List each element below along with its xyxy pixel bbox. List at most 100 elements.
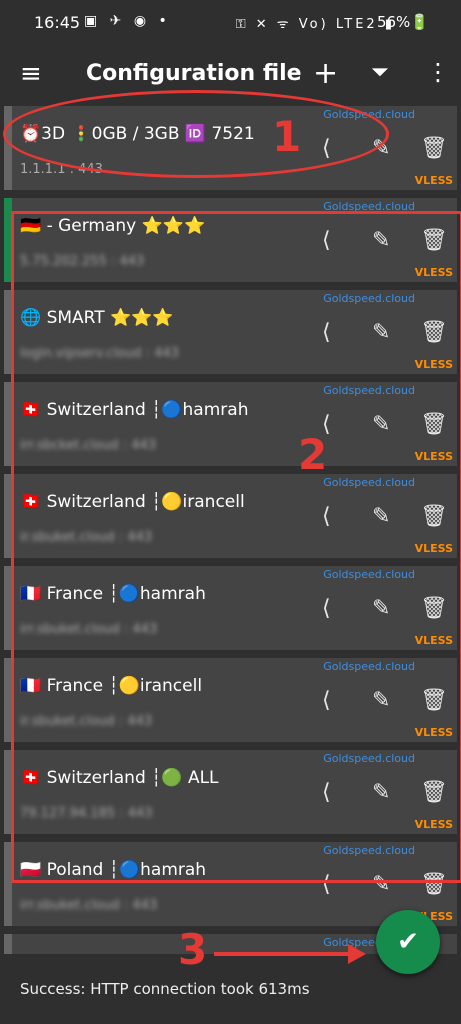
more-options-icon[interactable]: ⋮ <box>426 58 450 86</box>
server-item[interactable]: 🇨🇭 Switzerland ┆🟡irancell ir.sbuket.clou… <box>4 474 457 558</box>
server-name: 🇨🇭 Switzerland ┆🟡irancell <box>20 492 245 512</box>
app-bar: ≡ Configuration file + ⏷ ⋮ <box>0 48 461 102</box>
edit-icon[interactable]: ✎ <box>372 780 390 805</box>
edit-icon[interactable]: ✎ <box>372 872 390 897</box>
server-address: irr.sbuket.cloud : 443 <box>20 898 158 913</box>
server-name: 🇩🇪 - Germany ⭐⭐⭐ <box>20 216 206 236</box>
server-address: login.vipserv.cloud : 443 <box>20 346 179 361</box>
edit-icon[interactable]: ✎ <box>372 320 390 345</box>
server-name: 🇨🇭 Switzerland ┆🔵hamrah <box>20 400 249 420</box>
selected-indicator <box>4 198 12 282</box>
edit-icon[interactable]: ✎ <box>372 504 390 529</box>
share-icon[interactable]: ⟨ <box>322 688 331 713</box>
annotation-arrow-head <box>348 944 366 964</box>
share-icon[interactable]: ⟨ <box>322 320 331 345</box>
protocol-badge: VLESS <box>414 818 453 831</box>
filter-icon[interactable]: ⏷ <box>371 60 389 85</box>
delete-icon[interactable]: 🗑 <box>420 504 448 529</box>
page-title: Configuration file <box>86 61 302 86</box>
battery-indicator: 56%🔋 <box>376 13 429 31</box>
protocol-badge: VLESS <box>414 726 453 739</box>
server-list: ⏰3D 🚦0GB / 3GB 🆔 7521 1.1.1.1 : 443 Gold… <box>4 106 457 954</box>
server-domain: Goldspeed.cloud <box>323 752 415 765</box>
edit-icon[interactable]: ✎ <box>372 228 390 253</box>
server-name: 🇨🇭 Switzerland ┆🟢 ALL <box>20 768 219 788</box>
server-domain: Goldspeed.cloud <box>323 844 415 857</box>
server-name: 🌐 SMART ⭐⭐⭐ <box>20 308 174 328</box>
server-domain: Goldspeed.cloud <box>323 568 415 581</box>
share-icon[interactable]: ⟨ <box>322 504 331 529</box>
notification-icons: ▣ ✈ ◉ • <box>84 13 171 29</box>
item-indicator <box>4 934 12 954</box>
server-address: 79.127.94.185 : 443 <box>20 806 153 821</box>
edit-icon[interactable]: ✎ <box>372 596 390 621</box>
item-indicator <box>4 474 12 558</box>
delete-icon[interactable]: 🗑 <box>420 872 448 897</box>
connect-button[interactable]: ✔ <box>376 910 440 974</box>
edit-icon[interactable]: ✎ <box>372 136 390 161</box>
item-indicator <box>4 290 12 374</box>
server-domain: Goldspeed.cloud <box>323 108 415 121</box>
server-item[interactable]: ⏰3D 🚦0GB / 3GB 🆔 7521 1.1.1.1 : 443 Gold… <box>4 106 457 190</box>
delete-icon[interactable]: 🗑 <box>420 320 448 345</box>
check-icon: ✔ <box>397 927 419 957</box>
share-icon[interactable]: ⟨ <box>322 780 331 805</box>
annotation-number-3: 3 <box>178 925 208 974</box>
delete-icon[interactable]: 🗑 <box>420 228 448 253</box>
delete-icon[interactable]: 🗑 <box>420 596 448 621</box>
server-domain: Goldspeed.cloud <box>323 292 415 305</box>
server-address: 1.1.1.1 : 443 <box>20 162 103 177</box>
item-indicator <box>4 106 12 190</box>
share-icon[interactable]: ⟨ <box>322 872 331 897</box>
server-item[interactable]: 🇫🇷 France ┆🔵hamrah irr.sbuket.cloud : 44… <box>4 566 457 650</box>
annotation-arrow <box>214 952 354 956</box>
server-address: 5.75.202.255 : 443 <box>20 254 145 269</box>
delete-icon[interactable]: 🗑 <box>420 412 448 437</box>
protocol-badge: VLESS <box>414 174 453 187</box>
server-address: irr.sbuket.cloud : 443 <box>20 622 158 637</box>
item-indicator <box>4 382 12 466</box>
delete-icon[interactable]: 🗑 <box>420 688 448 713</box>
server-name: ⏰3D 🚦0GB / 3GB 🆔 7521 <box>20 124 255 144</box>
server-domain: Goldspeed.cloud <box>323 476 415 489</box>
server-item[interactable]: 🇫🇷 France ┆🟡irancell ir.sbuket.cloud : 4… <box>4 658 457 742</box>
item-indicator <box>4 658 12 742</box>
share-icon[interactable]: ⟨ <box>322 228 331 253</box>
server-address: irr.sbcket.cloud : 443 <box>20 438 157 453</box>
item-indicator <box>4 842 12 926</box>
edit-icon[interactable]: ✎ <box>372 412 390 437</box>
server-address: ir.sbuket.cloud : 443 <box>20 714 153 729</box>
system-icons: ⚿ ✕ ᯤ Vo) LTE2 ▮ <box>235 17 395 32</box>
edit-icon[interactable]: ✎ <box>372 688 390 713</box>
menu-icon[interactable]: ≡ <box>20 59 42 89</box>
protocol-badge: VLESS <box>414 634 453 647</box>
status-bar: 16:45 ▣ ✈ ◉ • ⚿ ✕ ᯤ Vo) LTE2 ▮ 56%🔋 <box>0 0 461 48</box>
server-domain: Goldspeed.cloud <box>323 200 415 213</box>
add-icon[interactable]: + <box>313 56 338 91</box>
server-item[interactable]: 🇩🇪 - Germany ⭐⭐⭐ 5.75.202.255 : 443 Gold… <box>4 198 457 282</box>
protocol-badge: VLESS <box>414 450 453 463</box>
server-item[interactable]: 🇵🇱 Poland ┆🔵hamrah irr.sbuket.cloud : 44… <box>4 842 457 926</box>
server-name: 🇫🇷 France ┆🔵hamrah <box>20 584 206 604</box>
status-time: 16:45 <box>34 13 81 32</box>
server-name: 🇫🇷 France ┆🟡irancell <box>20 676 203 696</box>
protocol-badge: VLESS <box>414 358 453 371</box>
share-icon[interactable]: ⟨ <box>322 136 331 161</box>
item-indicator <box>4 750 12 834</box>
server-item[interactable]: 🌐 SMART ⭐⭐⭐ login.vipserv.cloud : 443 Go… <box>4 290 457 374</box>
item-indicator <box>4 566 12 650</box>
annotation-number-1: 1 <box>272 112 302 161</box>
protocol-badge: VLESS <box>414 266 453 279</box>
protocol-badge: VLESS <box>414 542 453 555</box>
server-address: ir.sbuket.cloud : 443 <box>20 530 153 545</box>
server-item[interactable]: 🇨🇭 Switzerland ┆🔵hamrah irr.sbcket.cloud… <box>4 382 457 466</box>
share-icon[interactable]: ⟨ <box>322 596 331 621</box>
connection-status-text: Success: HTTP connection took 613ms <box>20 980 310 998</box>
server-name: 🇵🇱 Poland ┆🔵hamrah <box>20 860 207 880</box>
delete-icon[interactable]: 🗑 <box>420 780 448 805</box>
server-domain: Goldspeed.cloud <box>323 384 415 397</box>
server-item[interactable]: 🇨🇭 Switzerland ┆🟢 ALL 79.127.94.185 : 44… <box>4 750 457 834</box>
server-domain: Goldspeed.cloud <box>323 660 415 673</box>
annotation-number-2: 2 <box>298 430 328 479</box>
delete-icon[interactable]: 🗑 <box>420 136 448 161</box>
